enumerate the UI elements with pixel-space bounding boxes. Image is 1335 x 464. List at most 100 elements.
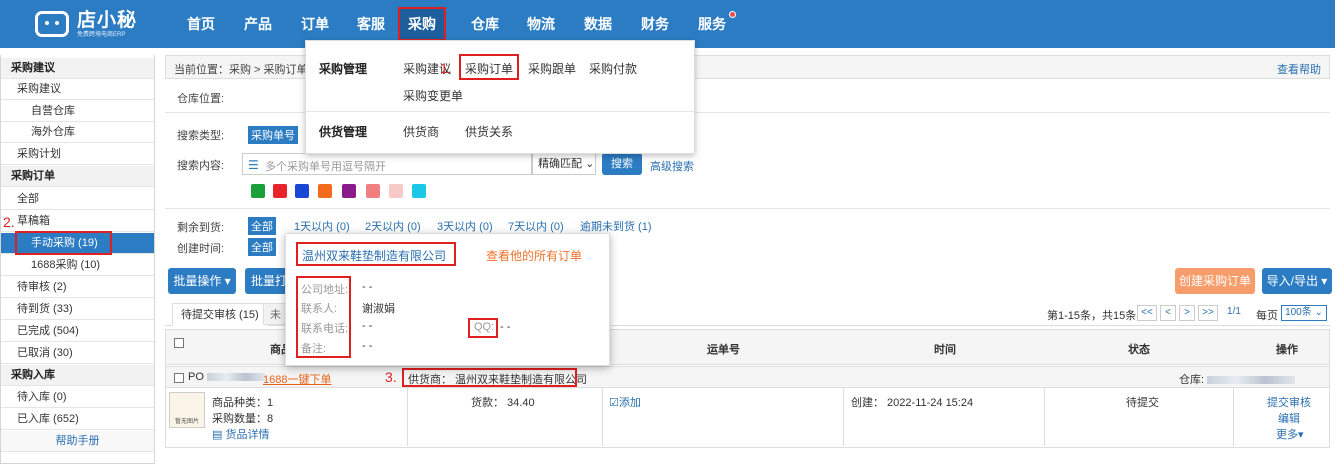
color-tag-cyan[interactable] [412, 184, 426, 198]
arrival-label: 剩余到货: [177, 222, 225, 234]
search-button[interactable]: 搜索 [602, 153, 642, 175]
nav-service[interactable]: 客服 [357, 14, 385, 34]
create-purchase-order-button[interactable]: 创建采购订单 [1175, 268, 1255, 294]
field-label-remark: 备注: [301, 343, 327, 355]
sidebar-item-cancelled[interactable]: 已取消 (30) [1, 343, 154, 364]
last-page-button[interactable]: >> [1198, 305, 1218, 321]
field-label-contact: 联系人: [301, 303, 338, 315]
menu-group-supply: 供货管理 [319, 125, 368, 139]
search-type-chip[interactable]: 采购单号 [248, 126, 298, 144]
sidebar-item-all[interactable]: 全部 [1, 189, 154, 210]
arrival-3day[interactable]: 3天以内 (0) [437, 218, 493, 234]
col-divider [407, 388, 408, 446]
per-page-label: 每页 [1256, 310, 1278, 322]
help-manual-link[interactable]: 帮助手册 [1, 431, 154, 452]
created-label: 创建时间: [177, 243, 225, 255]
help-link[interactable]: 查看帮助 [1277, 61, 1321, 77]
more-link[interactable]: 更多▾ [1276, 426, 1304, 442]
chevron-down-icon: ⌄ [1314, 307, 1323, 318]
sidebar-item-inbound-done[interactable]: 已入库 (652) [1, 409, 154, 430]
order-number[interactable]: PO [188, 371, 268, 383]
blurred-po-number [206, 373, 265, 382]
sidebar-item-awaiting-inbound[interactable]: 待入库 (0) [1, 387, 154, 408]
sidebar-item-drafts[interactable]: 草稿箱 [1, 211, 154, 232]
nav-services[interactable]: 服务 [698, 14, 726, 34]
sidebar-section-order[interactable]: 采购订单 [1, 166, 154, 187]
nav-finance[interactable]: 财务 [641, 14, 669, 34]
annotation-1: 1. [440, 60, 452, 76]
highlight-supplier [402, 368, 577, 387]
product-thumbnail[interactable]: 暂无图片 [169, 392, 205, 428]
col-waybill: 运单号 [707, 344, 740, 356]
col-divider [843, 388, 844, 446]
color-tag-blue[interactable] [295, 184, 309, 198]
order-1688-link[interactable]: 1688一键下单 [263, 371, 331, 387]
match-select-value: 精确匹配 [538, 158, 582, 170]
supplier-company-link[interactable]: 温州双来鞋垫制造有限公司 [302, 247, 446, 264]
advanced-search-link[interactable]: 高级搜索 [650, 158, 694, 174]
logo[interactable]: 店小秘 免费跨境电商ERP [35, 6, 137, 42]
search-type-label: 搜索类型: [177, 130, 225, 142]
color-tag-red[interactable] [273, 184, 287, 198]
col-status: 状态 [1128, 344, 1150, 356]
import-export-button[interactable]: 导入/导出 ▾ [1262, 268, 1332, 294]
sidebar: 采购建议 采购建议 自营仓库 海外仓库 采购计划 采购订单 全部 草稿箱 手动采… [0, 55, 155, 464]
nav-warehouse[interactable]: 仓库 [471, 14, 499, 34]
sidebar-section-inbound[interactable]: 采购入库 [1, 365, 154, 386]
color-tag-salmon[interactable] [366, 184, 380, 198]
nav-product[interactable]: 产品 [244, 14, 272, 34]
color-tag-purple[interactable] [342, 184, 356, 198]
menu-group-purchase: 采购管理 [319, 62, 368, 76]
col-divider [1044, 388, 1045, 446]
sidebar-item-overseas-warehouse[interactable]: 海外仓库 [1, 122, 154, 143]
arrival-all[interactable]: 全部 [248, 217, 276, 235]
created-all[interactable]: 全部 [248, 238, 276, 256]
submit-review-link[interactable]: 提交审核 [1267, 394, 1311, 410]
arrival-overdue[interactable]: 逾期未到货 (1) [580, 218, 652, 234]
col-actions: 操作 [1276, 344, 1298, 356]
field-label-qq: QQ: [474, 321, 495, 333]
menu-item-payment[interactable]: 采购付款 [589, 60, 637, 77]
search-input[interactable]: ☰ 多个采购单号用逗号隔开 [242, 153, 532, 175]
menu-item-change-order[interactable]: 采购变更单 [403, 87, 463, 104]
nav-logistics[interactable]: 物流 [527, 14, 555, 34]
view-all-orders-link[interactable]: 查看他的所有订单 [486, 247, 582, 264]
menu-item-supplier[interactable]: 供货商 [403, 123, 439, 140]
arrival-7day[interactable]: 7天以内 (0) [508, 218, 564, 234]
sidebar-item-self-warehouse[interactable]: 自营仓库 [1, 101, 154, 122]
per-page-value: 100条 [1285, 307, 1312, 318]
per-page-select[interactable]: 100条 ⌄ [1281, 305, 1327, 321]
color-tag-pink[interactable] [389, 184, 403, 198]
prev-page-button[interactable]: < [1160, 305, 1176, 321]
field-label-address: 公司地址: [301, 284, 349, 296]
color-tag-orange[interactable] [318, 184, 332, 198]
nav-home[interactable]: 首页 [187, 14, 215, 34]
match-select[interactable]: 精确匹配 ⌄ [532, 153, 596, 175]
menu-item-supply-relation[interactable]: 供货关系 [465, 123, 513, 140]
arrival-2day[interactable]: 2天以内 (0) [365, 218, 421, 234]
status-text: 待提交 [1126, 397, 1159, 409]
sidebar-item-plan[interactable]: 采购计划 [1, 144, 154, 165]
color-tag-green[interactable] [251, 184, 265, 198]
nav-order[interactable]: 订单 [301, 14, 329, 34]
nav-purchase[interactable]: 采购 [398, 7, 446, 41]
first-page-button[interactable]: << [1137, 305, 1157, 321]
menu-item-follow-up[interactable]: 采购跟单 [528, 60, 576, 77]
sidebar-item-1688[interactable]: 1688采购 (10) [1, 255, 154, 276]
batch-operations-button[interactable]: 批量操作 ▾ [168, 268, 236, 294]
sidebar-item-pending-review[interactable]: 待审核 (2) [1, 277, 154, 298]
table-row: 暂无图片 商品种类：1 采购数量：8 ▤ 货品详情 货款： 34.40 ☑添加 … [165, 388, 1330, 448]
sidebar-section-suggestion[interactable]: 采购建议 [1, 58, 154, 79]
sidebar-item-pending-arrival[interactable]: 待到货 (33) [1, 299, 154, 320]
order-checkbox[interactable] [174, 373, 184, 383]
nav-data[interactable]: 数据 [584, 14, 612, 34]
tab-pending-submit[interactable]: 待提交审核 (15) [172, 303, 268, 326]
next-page-button[interactable]: > [1179, 305, 1195, 321]
arrival-1day[interactable]: 1天以内 (0) [294, 218, 350, 234]
sidebar-item-suggestion[interactable]: 采购建议 [1, 79, 154, 100]
product-detail-link[interactable]: ▤ 货品详情 [212, 426, 269, 442]
add-waybill-link[interactable]: ☑添加 [609, 394, 641, 410]
edit-link[interactable]: 编辑 [1278, 410, 1300, 426]
select-all-checkbox[interactable] [174, 338, 184, 348]
sidebar-item-completed[interactable]: 已完成 (504) [1, 321, 154, 342]
